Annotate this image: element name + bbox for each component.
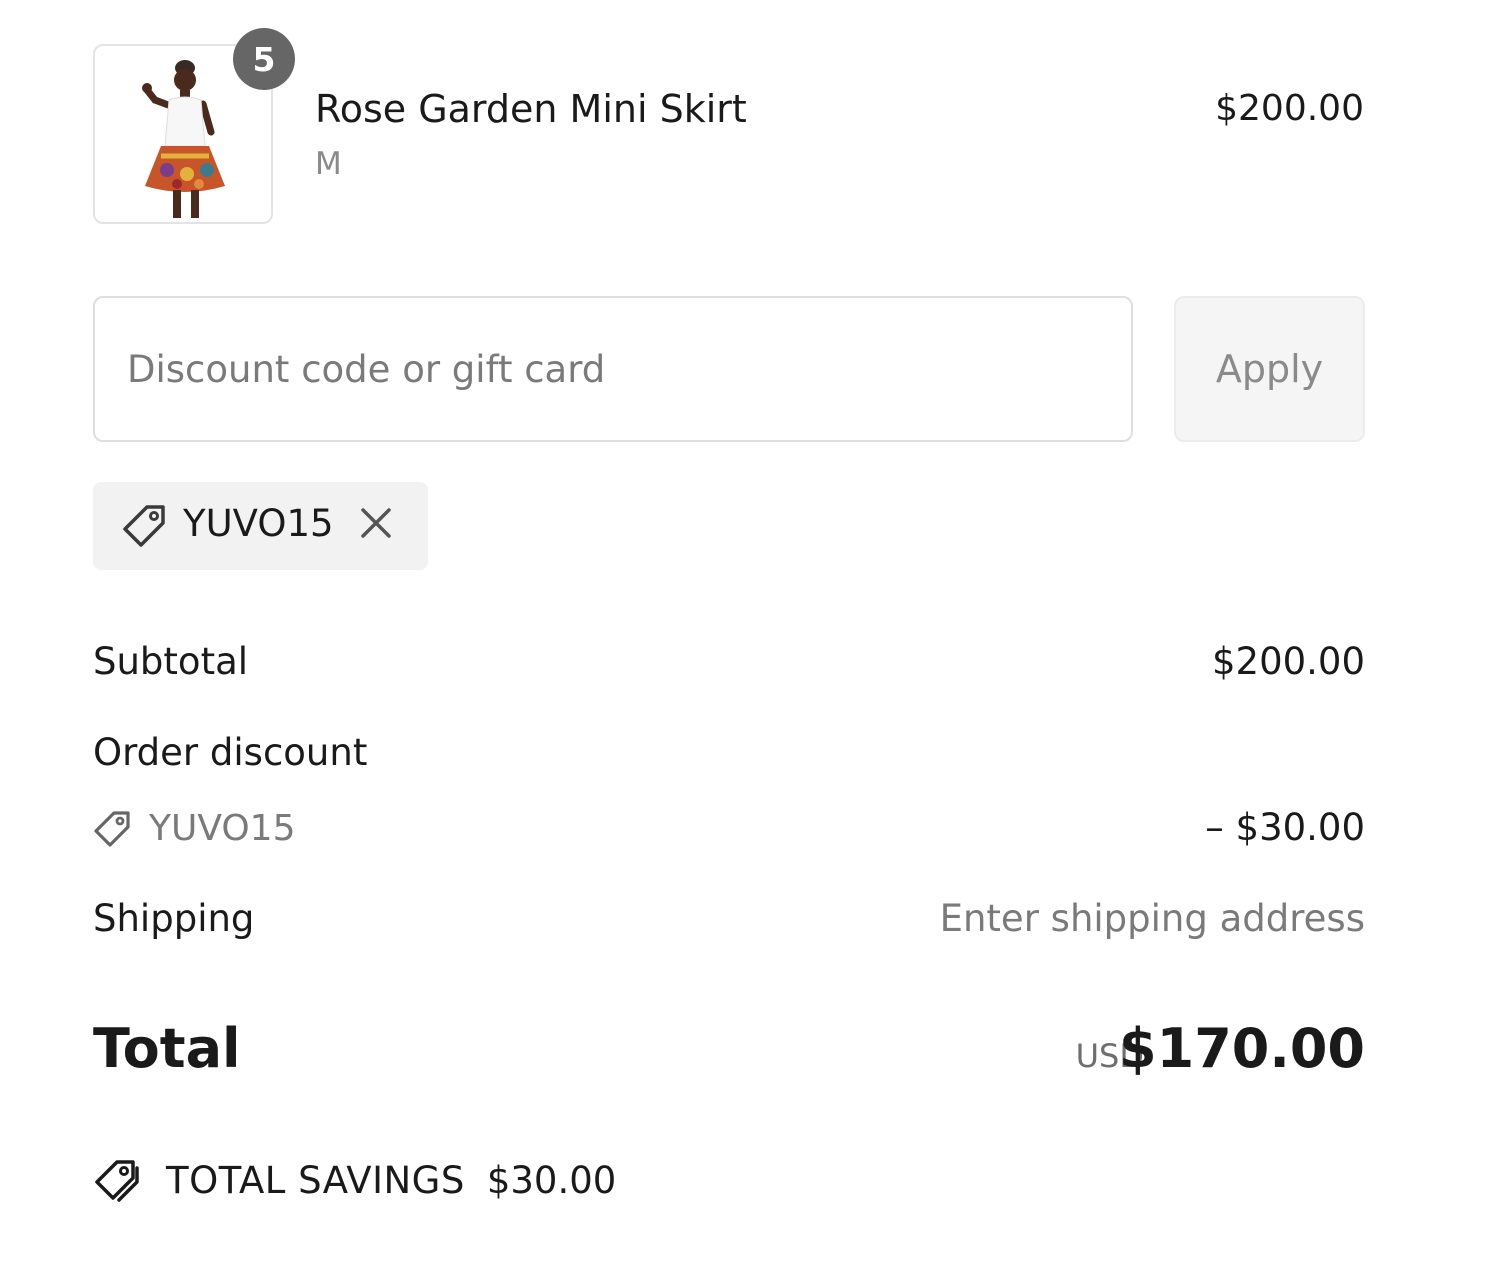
applied-discount-code: YUVO15 <box>183 502 334 545</box>
product-variant: M <box>315 146 342 182</box>
total-label: Total <box>93 1017 241 1080</box>
apply-discount-button[interactable]: Apply <box>1174 296 1365 442</box>
quantity-badge: 5 <box>233 28 295 90</box>
subtotal-label: Subtotal <box>93 640 249 683</box>
total-savings: TOTAL SAVINGS $30.00 <box>93 1156 616 1204</box>
total-amount: $170.00 <box>1119 1017 1365 1080</box>
tag-icon <box>121 503 167 553</box>
total-savings-amount: $30.00 <box>486 1158 617 1202</box>
subtotal-value: $200.00 <box>1211 640 1365 683</box>
product-title: Rose Garden Mini Skirt <box>315 87 747 131</box>
tag-icon <box>93 810 131 848</box>
shipping-label: Shipping <box>93 897 255 940</box>
discount-code-input[interactable] <box>93 296 1133 442</box>
order-discount-code: YUVO15 <box>149 808 296 849</box>
savings-tags-icon <box>93 1156 141 1204</box>
order-discount-label: Order discount <box>93 731 368 774</box>
remove-discount-icon[interactable] <box>359 506 393 544</box>
applied-discount-chip: YUVO15 <box>93 482 428 570</box>
order-discount-value: – $30.00 <box>1205 806 1365 849</box>
order-discount-code-line: YUVO15 <box>93 808 295 849</box>
product-price: $200.00 <box>1215 88 1364 129</box>
shipping-value: Enter shipping address <box>939 897 1365 940</box>
total-savings-label: TOTAL SAVINGS <box>166 1158 465 1202</box>
